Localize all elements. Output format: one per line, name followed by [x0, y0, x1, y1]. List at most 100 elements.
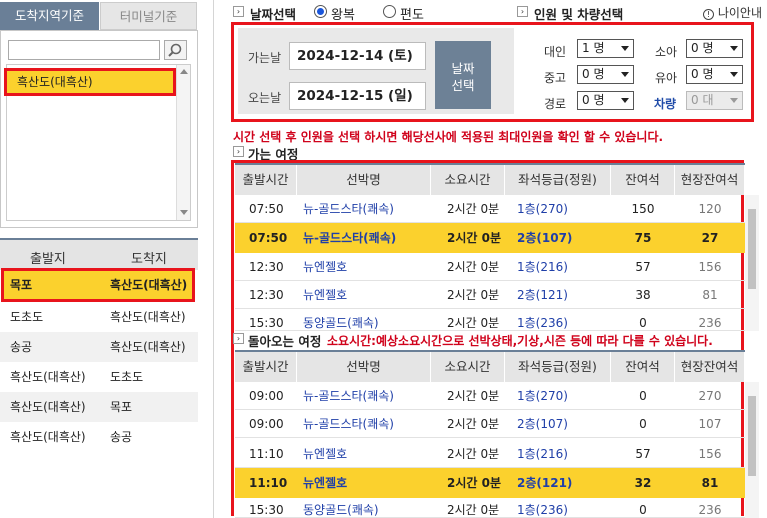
adult-label: 대인: [544, 45, 567, 59]
selection-notice: 시간 선택 후 인원을 선택 하시면 해당선사에 적용된 최대인원을 확인 할 …: [233, 130, 664, 144]
info-icon: !: [703, 9, 714, 20]
cell-duration: 2시간 0분: [447, 503, 500, 517]
cell-ship[interactable]: 뉴엔젤호: [303, 281, 429, 309]
cell-seat[interactable]: 2층(121): [517, 281, 607, 309]
return-date-label: 오는날: [248, 91, 282, 105]
cell-ship[interactable]: 뉴-골드스타(쾌속): [303, 223, 429, 253]
cell-remain: 32: [634, 476, 652, 490]
round-trip-radio[interactable]: [314, 5, 327, 18]
route-row[interactable]: 흑산도(대흑산) 송공: [0, 422, 198, 452]
cell-ship[interactable]: 뉴-골드스타(쾌속): [303, 382, 429, 410]
section-arrow-icon: ›: [233, 6, 244, 17]
outbound-scrollbar[interactable]: [745, 195, 759, 331]
destination-item-selected[interactable]: 흑산도(대흑산): [4, 68, 176, 96]
child-label: 소아: [655, 45, 678, 59]
infant-label: 유아: [655, 71, 678, 85]
destination-list-scrollbar[interactable]: [176, 65, 190, 220]
outbound-row[interactable]: 15:30 동양골드(쾌속) 2시간 0분 1층(236) 0 236: [235, 309, 745, 331]
one-way-radio[interactable]: [383, 5, 396, 18]
col-remaining: 잔여석: [611, 165, 675, 195]
outbound-row[interactable]: 07:50 뉴-골드스타(쾌속) 2시간 0분 2층(107) 75 27: [235, 223, 745, 253]
route-row[interactable]: 흑산도(대흑산) 목포: [0, 392, 198, 422]
cell-seat[interactable]: 1층(270): [517, 382, 607, 410]
cell-onsite: 156: [698, 260, 722, 274]
cell-duration: 2시간 0분: [447, 231, 501, 245]
cell-duration: 2시간 0분: [447, 316, 500, 330]
inbound-row[interactable]: 15:30 동양골드(쾌속) 2시간 0분 1층(236) 0 236: [235, 496, 745, 518]
tab-terminal-based[interactable]: 터미널기준: [100, 2, 197, 30]
cell-duration: 2시간 0분: [447, 260, 500, 274]
cell-seat[interactable]: 1층(216): [517, 440, 607, 468]
inbound-row[interactable]: 09:00 뉴-골드스타(쾌속) 2시간 0분 1층(270) 0 270: [235, 382, 745, 410]
route-row[interactable]: 송공 흑산도(대흑산): [0, 332, 198, 362]
inbound-row[interactable]: 11:10 뉴엔젤호 2시간 0분 1층(216) 57 156: [235, 440, 745, 468]
outbound-row[interactable]: 12:30 뉴엔젤호 2시간 0분 2층(121) 38 81: [235, 281, 745, 309]
route-row[interactable]: 흑산도(대흑산) 도초도: [0, 362, 198, 392]
cell-ship[interactable]: 뉴엔젤호: [303, 440, 429, 468]
cell-onsite: 81: [702, 288, 718, 302]
depart-date-input[interactable]: 2024-12-14 (토): [289, 42, 426, 70]
cell-time: 07:50: [249, 202, 284, 216]
scroll-down-icon[interactable]: [180, 210, 188, 215]
cell-onsite: 107: [698, 417, 722, 431]
col-departure: 출발시간: [235, 165, 297, 195]
route-col-to: 도착지: [131, 252, 167, 267]
cell-time: 12:30: [249, 260, 284, 274]
cell-onsite: 236: [698, 503, 722, 517]
cell-ship[interactable]: 동양골드(쾌속): [303, 309, 429, 330]
return-date-input[interactable]: 2024-12-15 (일): [289, 82, 426, 110]
cell-remain: 0: [639, 316, 647, 330]
tab-destination-based[interactable]: 도착지역기준: [0, 2, 99, 30]
date-select-button[interactable]: 날짜 선택: [435, 41, 491, 109]
cell-seat[interactable]: 1층(216): [517, 253, 607, 281]
col-duration: 소요시간: [431, 352, 505, 382]
cell-seat[interactable]: 1층(270): [517, 195, 607, 223]
child-select[interactable]: 0 명: [686, 39, 743, 58]
search-button[interactable]: [164, 40, 187, 60]
cell-ship[interactable]: 뉴-골드스타(쾌속): [303, 195, 429, 223]
cell-remain: 0: [639, 417, 647, 431]
cell-seat[interactable]: 2층(107): [517, 410, 607, 438]
duration-notice: 소요시간:예상소요시간으로 선박상태,기상,시즌 등에 따라 다를 수 있습니다…: [327, 334, 713, 348]
outbound-row[interactable]: 07:50 뉴-골드스타(쾌속) 2시간 0분 1층(270) 150 120: [235, 195, 745, 223]
cell-time: 12:30: [249, 288, 284, 302]
section-arrow-icon: ›: [517, 6, 528, 17]
search-icon: [168, 43, 182, 57]
cell-time: 11:10: [249, 447, 284, 461]
cell-onsite: 81: [701, 476, 719, 490]
outbound-row[interactable]: 12:30 뉴엔젤호 2시간 0분 1층(216) 57 156: [235, 253, 745, 281]
cell-ship[interactable]: 뉴엔젤호: [303, 253, 429, 281]
age-guide-link[interactable]: ! 나이안내: [703, 4, 762, 21]
cell-onsite: 120: [698, 202, 722, 216]
destination-search-input[interactable]: [8, 40, 160, 60]
cell-remain: 0: [639, 389, 647, 403]
adult-select[interactable]: 1 명: [577, 39, 634, 58]
pax-vehicle-title: 인원 및 차량선택: [534, 7, 624, 22]
route-table-header: 출발지 도착지: [0, 238, 198, 270]
cell-ship[interactable]: 뉴엔젤호: [303, 468, 429, 498]
cell-duration: 2시간 0분: [447, 476, 501, 490]
cell-seat[interactable]: 1층(236): [517, 496, 607, 517]
cell-duration: 2시간 0분: [447, 389, 500, 403]
cell-ship[interactable]: 동양골드(쾌속): [303, 496, 429, 517]
inbound-row[interactable]: 09:00 뉴-골드스타(쾌속) 2시간 0분 2층(107) 0 107: [235, 410, 745, 438]
section-arrow-icon: ›: [233, 146, 244, 157]
cell-onsite: 27: [701, 231, 719, 245]
cell-seat[interactable]: 2층(121): [517, 468, 607, 498]
cell-time: 15:30: [249, 316, 284, 330]
infant-select[interactable]: 0 명: [686, 65, 743, 84]
cell-seat[interactable]: 1층(236): [517, 309, 607, 330]
cell-ship[interactable]: 뉴-골드스타(쾌속): [303, 410, 429, 438]
teen-select[interactable]: 0 명: [577, 65, 634, 84]
cell-time: 07:50: [249, 231, 288, 245]
route-row[interactable]: 도초도 흑산도(대흑산): [0, 302, 198, 332]
cell-time: 11:10: [249, 476, 288, 490]
route-row[interactable]: 목포 흑산도(대흑산): [0, 270, 198, 300]
scroll-up-icon[interactable]: [180, 69, 188, 74]
round-trip-label: 왕복: [331, 8, 355, 23]
senior-select[interactable]: 0 명: [577, 91, 634, 110]
inbound-scrollbar[interactable]: [745, 382, 759, 518]
inbound-row[interactable]: 11:10 뉴엔젤호 2시간 0분 2층(121) 32 81: [235, 468, 745, 498]
cell-seat[interactable]: 2층(107): [517, 223, 607, 253]
col-ship: 선박명: [297, 352, 431, 382]
